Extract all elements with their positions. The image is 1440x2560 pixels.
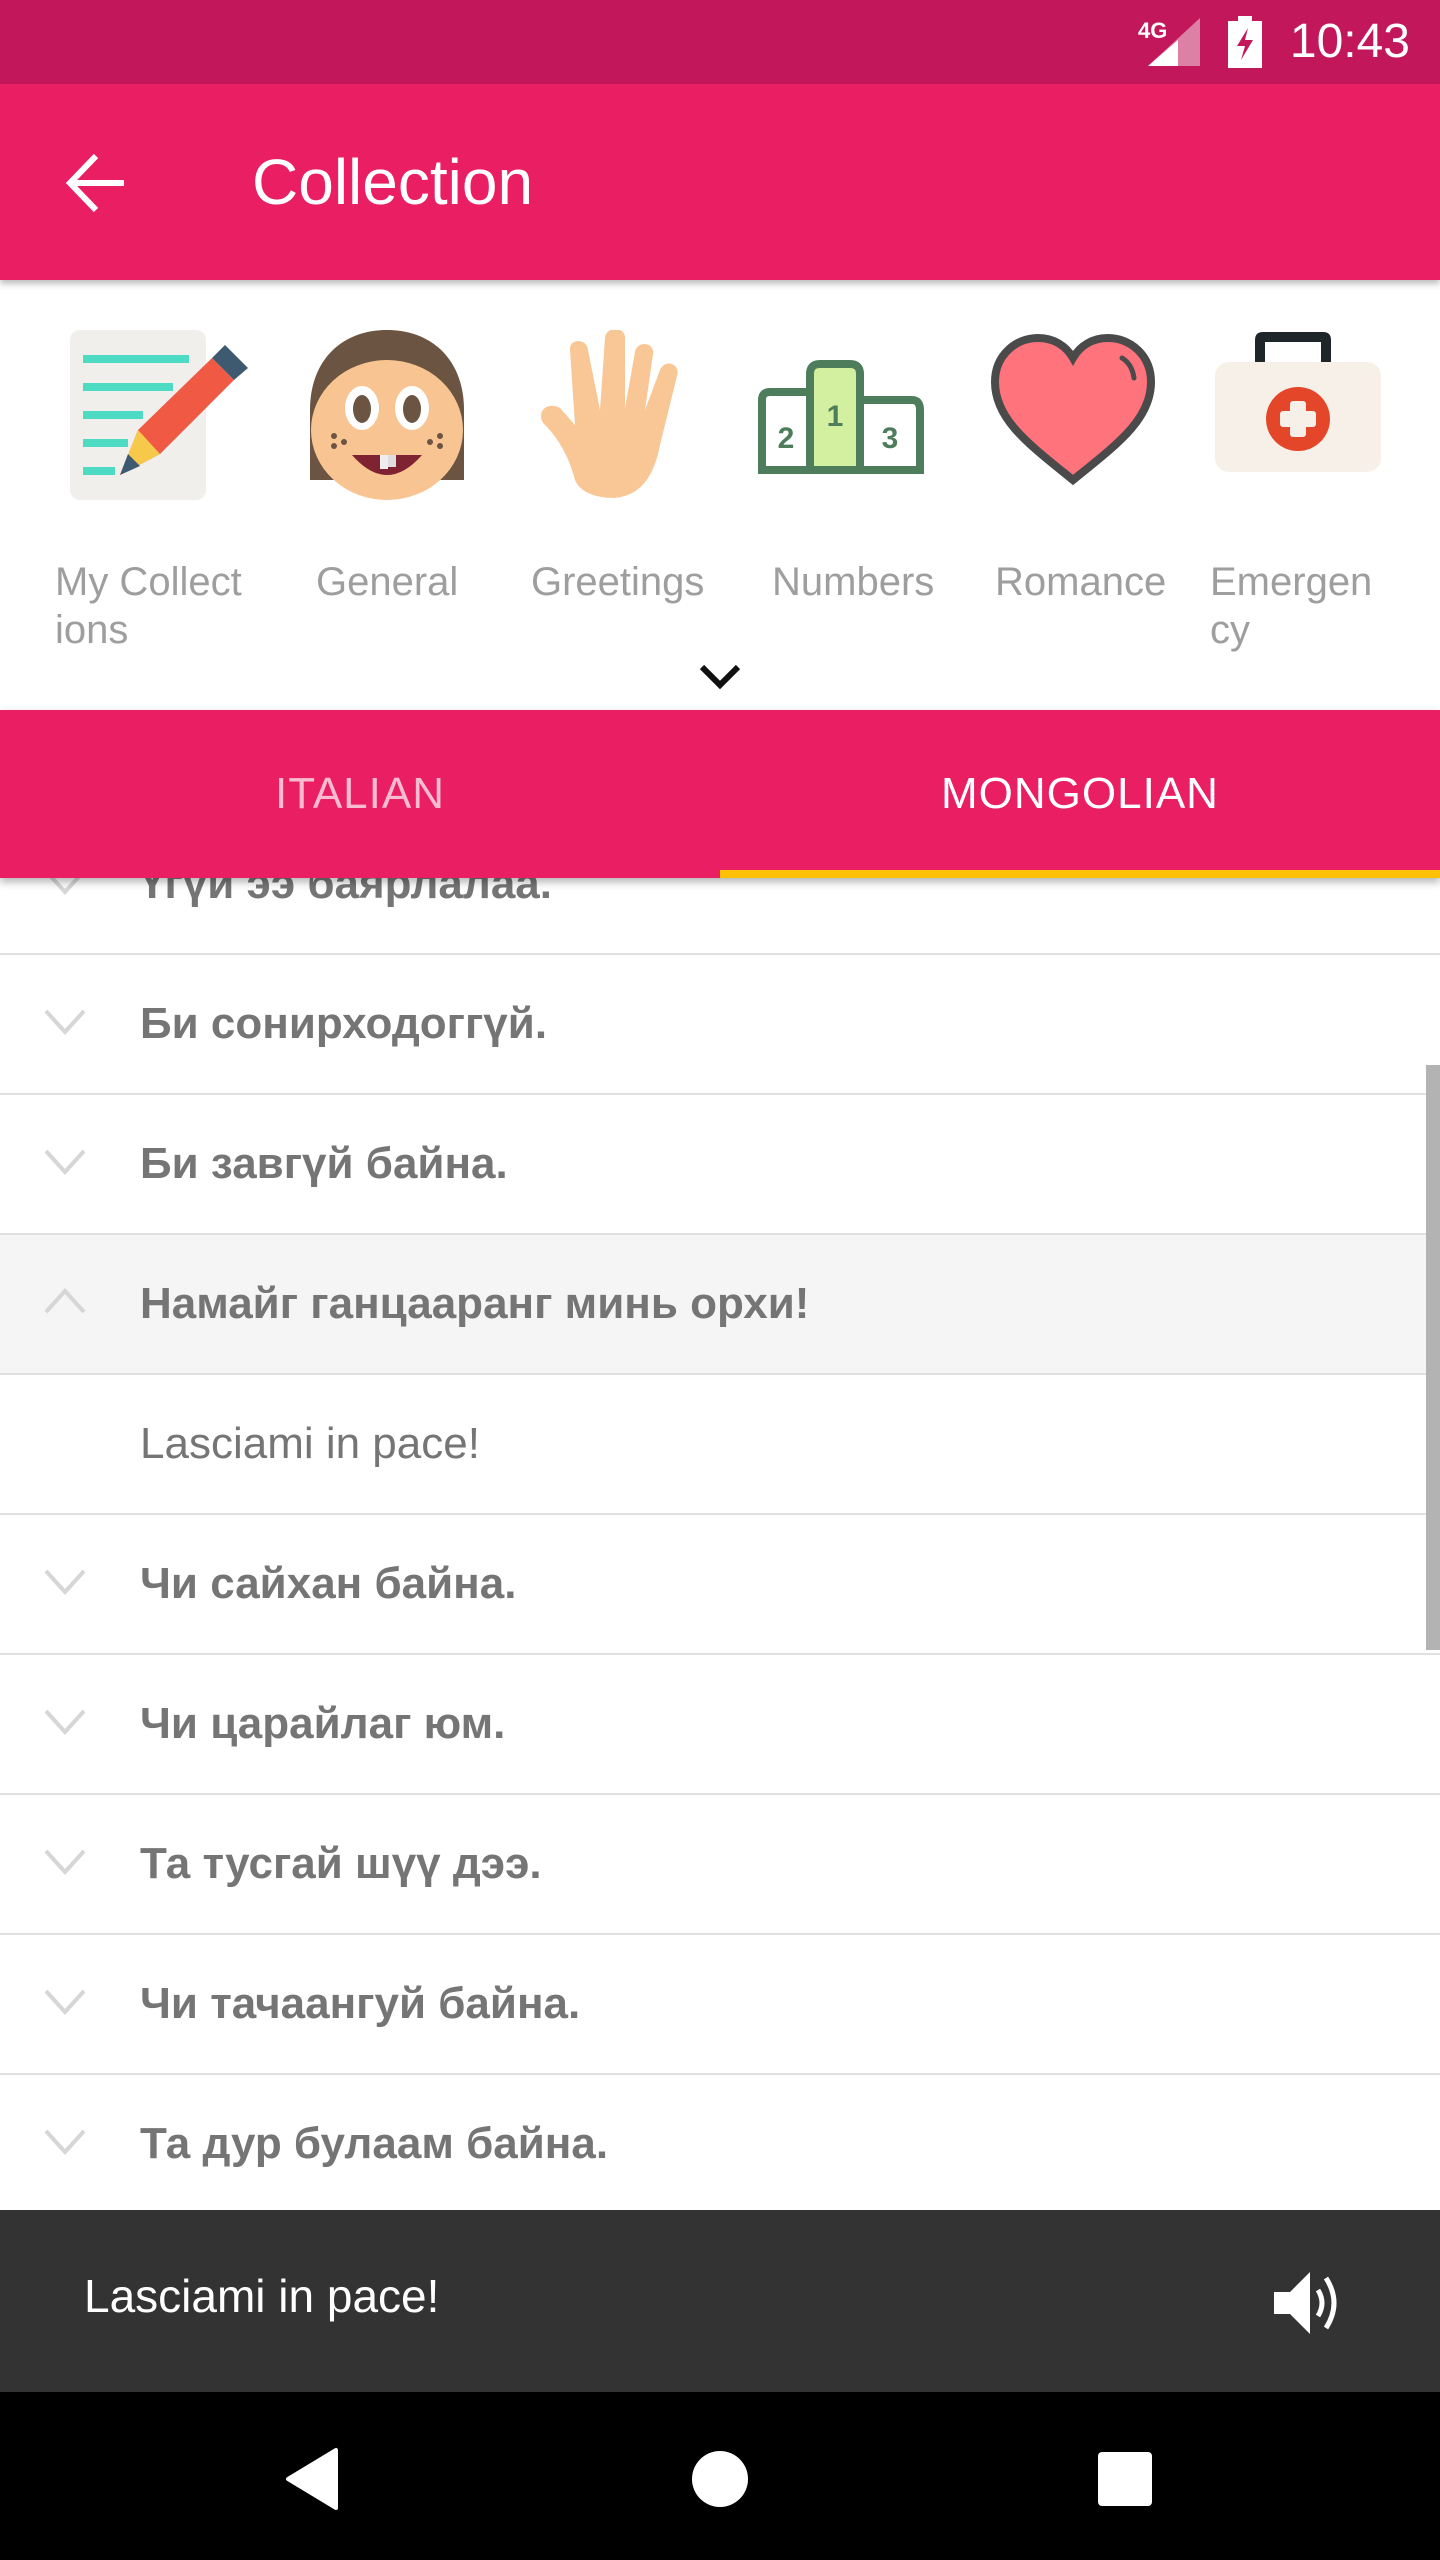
heart-icon (990, 333, 1156, 486)
phrase-translation[interactable]: Lasciami in pace! (0, 1375, 1440, 1515)
clock: 10:43 (1289, 15, 1410, 68)
phrase-text: Та дур булаам байна. (140, 2119, 609, 2168)
category-label: General (316, 560, 459, 604)
speaker-icon[interactable] (1272, 2270, 1346, 2336)
language-tabs: ITALIAN MONGOLIAN (0, 710, 1440, 878)
chevron-down-icon[interactable] (690, 647, 750, 707)
list-item[interactable]: Чи сайхан байна. (0, 1515, 1440, 1655)
chevron-down-icon (44, 2129, 86, 2155)
system-nav-bar (0, 2392, 1440, 2560)
first-aid-kit-icon (1215, 332, 1381, 472)
category-label: Emergen cy (1210, 560, 1373, 652)
status-bar: 4G 10:43 (0, 0, 1440, 84)
podium-icon: 2 1 3 (758, 360, 924, 474)
category-label: My Collect ions (55, 560, 242, 652)
svg-text:1: 1 (827, 400, 844, 433)
phrase-text: Чи царайлаг юм. (140, 1699, 506, 1748)
waving-hand-icon (541, 330, 678, 498)
girl-face-icon (310, 330, 464, 500)
list-item[interactable]: Та дур булаам байна. (0, 2075, 1440, 2210)
list-item[interactable]: Чи тачаангуй байна. (0, 1935, 1440, 2075)
svg-text:3: 3 (882, 422, 899, 455)
chevron-down-icon (44, 1569, 86, 1595)
notepad-pencil-icon (70, 330, 248, 500)
tab-label: MONGOLIAN (941, 769, 1219, 818)
chevron-down-icon (44, 1989, 86, 2015)
svg-text:2: 2 (778, 422, 795, 455)
translation-text: Lasciami in pace! (140, 1419, 480, 1468)
category-label: Greetings (531, 560, 705, 604)
list-item[interactable]: Би завгүй байна. (0, 1095, 1440, 1235)
arrow-left-icon[interactable] (62, 148, 132, 218)
list-item[interactable]: Би сонирходоггүй. (0, 955, 1440, 1095)
audio-player-bar: Lasciami in pace! (0, 2210, 1440, 2392)
chevron-down-icon (44, 1709, 86, 1735)
phrase-text: Би завгүй байна. (140, 1139, 508, 1188)
nav-recents-icon[interactable] (1090, 2444, 1160, 2514)
page-title: Collection (252, 146, 534, 218)
phrase-text: Би сонирходоггүй. (140, 999, 548, 1048)
phrase-text: Намайг ганцааранг минь орхи! (140, 1279, 810, 1328)
chevron-down-icon (44, 1149, 86, 1175)
chevron-up-icon (44, 1288, 86, 1314)
phrase-text: Чи тачаангуй байна. (140, 1979, 581, 2028)
category-label: Numbers (772, 560, 935, 604)
tab-label: ITALIAN (274, 769, 445, 818)
tab-mongolian[interactable]: MONGOLIAN (720, 710, 1440, 878)
phrase-text: Та тусгай шүү дээ. (140, 1839, 542, 1888)
list-item[interactable]: Та тусгай шүү дээ. (0, 1795, 1440, 1935)
chevron-down-icon (44, 1009, 86, 1035)
phrase-text: Чи сайхан байна. (140, 1559, 517, 1608)
nav-back-icon[interactable] (280, 2444, 350, 2514)
nav-home-icon[interactable] (685, 2444, 755, 2514)
app-bar: Collection (0, 84, 1440, 280)
signal-icon (1148, 18, 1200, 66)
tab-italian[interactable]: ITALIAN (0, 710, 720, 878)
category-strip: My Collect ions General Greetings 2 1 3 … (0, 280, 1440, 710)
list-item-expanded[interactable]: Намайг ганцааранг минь орхи! (0, 1235, 1440, 1375)
list-item[interactable]: Чи царайлаг юм. (0, 1655, 1440, 1795)
category-label: Romance (995, 560, 1167, 604)
tab-indicator (720, 870, 1440, 878)
phrase-list: Үгүй ээ баярлалаа. Би сонирходоггүй. Би … (0, 815, 1440, 2210)
player-text: Lasciami in pace! (84, 2270, 440, 2322)
list-scrollbar[interactable] (1426, 1065, 1440, 1650)
chevron-down-icon (44, 1849, 86, 1875)
battery-charging-icon (1228, 16, 1262, 68)
